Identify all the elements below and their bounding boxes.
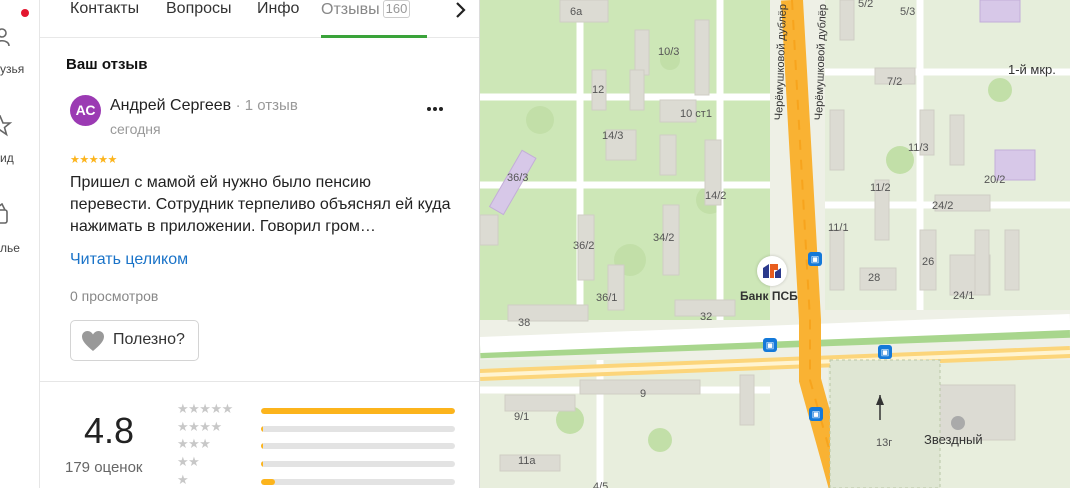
building-number-label: 13г xyxy=(876,437,893,449)
building-number-label: 36/3 xyxy=(507,172,529,184)
building-number-label: 24/2 xyxy=(932,200,954,212)
left-nav-strip: узья ид лье xyxy=(0,0,40,488)
more-options-button[interactable] xyxy=(424,96,446,118)
rating-row-fill xyxy=(261,426,263,432)
rating-row-stars: ★★★★ xyxy=(177,419,222,434)
review-text: Пришел с мамой ей нужно было пенсию пере… xyxy=(70,174,451,235)
tab-info[interactable]: Инфо xyxy=(257,0,299,18)
rating-row-stars: ★ xyxy=(177,472,189,487)
author-name[interactable]: Андрей Сергеев xyxy=(110,97,231,114)
bus-stop-icon[interactable]: ▣ xyxy=(763,338,777,352)
rating-row-stars: ★★ xyxy=(177,454,200,469)
building-number-label: 11а xyxy=(518,455,536,467)
divider xyxy=(40,381,479,382)
building-number-label: 10 ст1 xyxy=(680,108,712,120)
tab-questions[interactable]: Вопросы xyxy=(166,0,232,18)
bus-stop-icon[interactable]: ▣ xyxy=(809,407,823,421)
wallet-icon xyxy=(0,203,8,224)
rating-row-bar xyxy=(261,443,455,449)
building-number-label: 6а xyxy=(570,6,583,18)
rating-row-fill xyxy=(261,408,455,414)
friends-icon xyxy=(0,28,10,47)
rating-row-bar xyxy=(261,408,455,414)
rating-distribution-row: ★★★ xyxy=(177,436,467,452)
read-more-link[interactable]: Читать целиком xyxy=(70,251,188,269)
useful-label: Полезно? xyxy=(113,331,185,348)
tab-reviews-label: Отзывы xyxy=(321,1,380,18)
bus-stop-icon[interactable]: ▣ xyxy=(878,345,892,359)
rating-row-bar xyxy=(261,426,455,432)
rating-row-fill xyxy=(261,443,263,449)
tab-reviews[interactable]: Отзывы 160 xyxy=(321,0,411,19)
building-number-label: 34/2 xyxy=(653,232,675,244)
nav-item-wallet[interactable]: лье xyxy=(0,203,39,258)
building-number-label: 5/3 xyxy=(900,6,916,18)
nav-label-wallet: лье xyxy=(0,241,20,255)
more-dots-icon xyxy=(427,107,443,111)
rating-row-fill xyxy=(261,479,275,485)
nav-label-guide: ид xyxy=(0,151,14,165)
rating-distribution-row: ★ xyxy=(177,472,467,488)
tab-reviews-count: 160 xyxy=(382,0,411,18)
review-date: сегодня xyxy=(110,121,161,137)
building-number-label: 11/2 xyxy=(870,182,891,194)
rating-count: 179 оценок xyxy=(65,459,143,476)
tab-contacts[interactable]: Контакты xyxy=(70,0,139,18)
section-title: Ваш отзыв xyxy=(66,56,148,73)
map-view[interactable]: 6а 5/2 5/3 10/3 12 7/2 1-й мкр. 10 ст1 14/3 36/3 1… xyxy=(480,0,1070,488)
views-count: 0 просмотров xyxy=(70,288,159,304)
author-line: Андрей Сергеев · 1 отзыв xyxy=(110,97,298,115)
rating-row-bar xyxy=(261,479,455,485)
building-number-label: 38 xyxy=(518,317,531,329)
building-number-label: 11/1 xyxy=(828,222,849,234)
avatar[interactable]: АС xyxy=(70,95,101,126)
building-number-label: 9/1 xyxy=(514,411,530,423)
review-stars: ★★★★★ xyxy=(70,154,117,166)
rating-row-stars: ★★★ xyxy=(177,436,211,451)
chevron-right-icon[interactable] xyxy=(448,0,472,21)
poi-name-2[interactable]: Звездный xyxy=(924,432,983,447)
rating-row-bar xyxy=(261,461,455,467)
poi-name[interactable]: Банк ПСБ xyxy=(740,289,798,303)
building-number-label: 14/3 xyxy=(602,130,624,142)
building-number-label: 9 xyxy=(640,388,647,400)
rating-score: 4.8 xyxy=(84,410,135,451)
building-number-label: 24/1 xyxy=(953,290,975,302)
building-number-label: 4/5 xyxy=(593,481,609,488)
building-number-label: 11/3 xyxy=(908,142,929,154)
nav-label-friends: узья xyxy=(0,62,25,76)
building-number-label: 14/2 xyxy=(705,190,727,202)
bank-logo-icon xyxy=(763,264,781,278)
rating-distribution-row: ★★★★★ xyxy=(177,401,467,417)
active-tab-indicator xyxy=(321,35,427,38)
organization-panel: Контакты Вопросы Инфо Отзывы 160 Ваш отзы… xyxy=(40,0,480,488)
building-number-label: 20/2 xyxy=(984,174,1006,186)
useful-button[interactable]: Полезно? xyxy=(70,320,199,361)
rating-row-stars: ★★★★★ xyxy=(177,401,233,416)
notification-dot xyxy=(21,9,29,17)
building-number-label: 32 xyxy=(700,311,713,323)
building-number-label: 12 xyxy=(592,84,605,96)
bank-poi-marker[interactable] xyxy=(757,256,787,286)
bus-stop-icon[interactable]: ▣ xyxy=(808,252,822,266)
building-number-label: 5/2 xyxy=(858,0,874,10)
heart-icon xyxy=(82,331,104,351)
building-number-label: 1-й мкр. xyxy=(1008,62,1056,77)
rating-distribution-row: ★★ xyxy=(177,454,467,470)
star-icon xyxy=(0,115,13,137)
building-number-label: 28 xyxy=(868,272,881,284)
nav-item-guide[interactable]: ид xyxy=(0,115,39,170)
tab-bar: Контакты Вопросы Инфо Отзывы 160 xyxy=(40,0,479,38)
building-number-label: 10/3 xyxy=(658,46,680,58)
nav-item-friends[interactable]: узья xyxy=(0,26,39,86)
building-number-label: 36/2 xyxy=(573,240,595,252)
building-number-label: 7/2 xyxy=(887,76,903,88)
rating-distribution-row: ★★★★ xyxy=(177,419,467,435)
building-number-label: 26 xyxy=(922,256,935,268)
author-review-count: · 1 отзыв xyxy=(235,97,298,114)
building-number-label: 36/1 xyxy=(596,292,618,304)
rating-row-fill xyxy=(261,461,263,467)
